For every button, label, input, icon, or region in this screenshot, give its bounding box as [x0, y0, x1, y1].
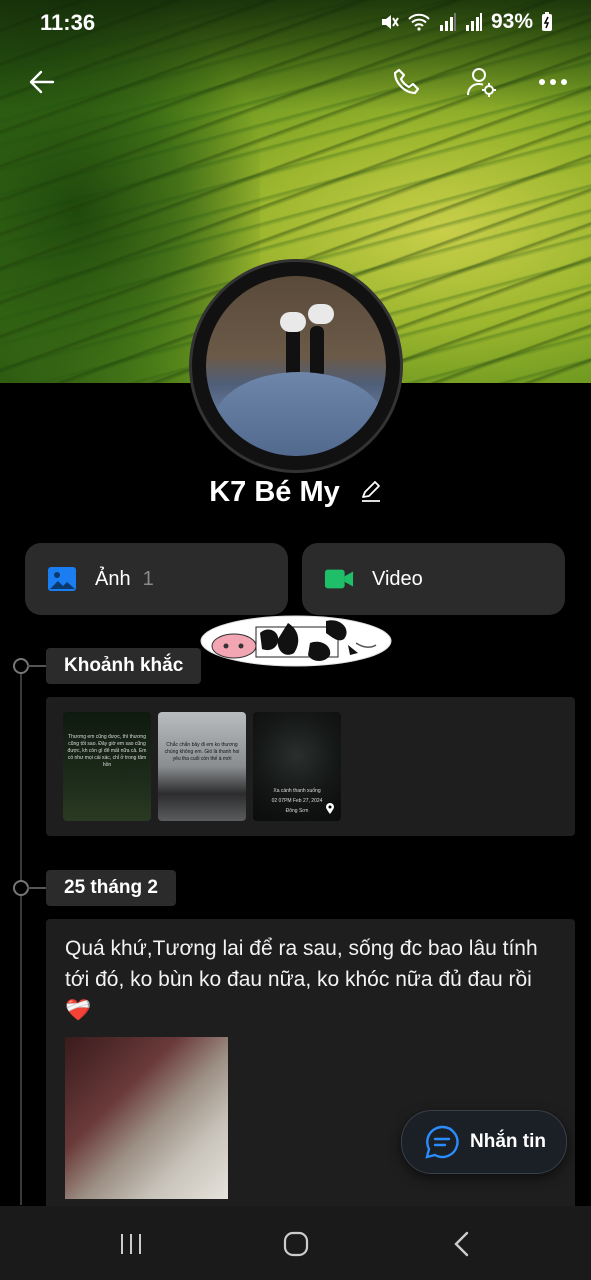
date-label: 25 tháng 2 [46, 870, 176, 906]
video-icon [324, 564, 354, 594]
photo-icon [47, 564, 77, 594]
profile-settings-button[interactable] [461, 62, 501, 102]
status-bar: 11:36 93% [0, 0, 591, 46]
moment-thumbnail[interactable]: Chắc chắn bây đi em ko thương chúng khôn… [158, 712, 246, 821]
moments-card[interactable]: Thương em cũng được, thì thương cũng tốt… [46, 697, 575, 836]
system-back-button[interactable] [442, 1226, 482, 1262]
home-button[interactable] [276, 1226, 316, 1262]
signal-icon [439, 13, 456, 31]
post-card[interactable]: Quá khứ,Tương lai để ra sau, sống đc bao… [46, 919, 575, 1219]
home-icon [283, 1231, 309, 1257]
post-photo[interactable] [65, 1037, 228, 1199]
profile-name-row: K7 Bé My [0, 476, 591, 510]
photos-label: Ảnh [95, 567, 131, 590]
mute-icon [381, 15, 399, 29]
call-button[interactable] [386, 62, 426, 102]
avatar-detail [280, 312, 306, 332]
timeline-line [20, 665, 22, 1205]
battery-icon [542, 12, 552, 31]
profile-name: K7 Bé My [209, 476, 340, 508]
pencil-icon [361, 480, 380, 502]
moment-caption: Chắc chắn bây đi em ko thương chúng khôn… [164, 742, 240, 762]
moments-label: Khoảnh khắc [46, 648, 202, 684]
avatar-detail [214, 372, 384, 456]
cow-sticker [200, 615, 392, 667]
recent-apps-icon [121, 1234, 141, 1254]
location-pin-icon [326, 803, 334, 814]
timeline-tick [27, 887, 47, 889]
back-arrow-icon [29, 70, 55, 94]
video-label: Video [372, 567, 423, 590]
more-icon [539, 79, 567, 85]
recent-apps-button[interactable] [111, 1226, 151, 1262]
back-icon [454, 1231, 469, 1257]
status-time: 11:36 [40, 10, 96, 35]
back-button[interactable] [22, 62, 62, 102]
wifi-icon [408, 13, 430, 31]
profile-settings-icon [467, 68, 496, 97]
message-button-label: Nhắn tin [470, 1131, 546, 1152]
avatar-detail [310, 326, 324, 378]
avatar-detail [286, 326, 300, 378]
post-text: Quá khứ,Tương lai để ra sau, sống đc bao… [65, 937, 538, 1022]
top-bar [0, 56, 591, 106]
timeline-tick [27, 665, 47, 667]
moment-caption: Xa cánh thanh xuống [273, 788, 321, 794]
avatar-ring[interactable] [192, 262, 400, 470]
avatar[interactable] [206, 276, 386, 456]
message-button[interactable]: Nhắn tin [401, 1110, 567, 1174]
status-icons: 93% [379, 10, 553, 34]
signal-icon [465, 13, 482, 31]
navigation-bar [0, 1206, 591, 1280]
photos-tile[interactable]: Ảnh 1 [25, 543, 288, 615]
moment-caption: Thương em cũng được, thì thương cũng tốt… [67, 734, 147, 768]
phone-icon [393, 68, 420, 95]
video-tile[interactable]: Video [302, 543, 565, 615]
moment-thumbnail[interactable]: Thương em cũng được, thì thương cũng tốt… [63, 712, 151, 821]
moment-thumbnail[interactable]: Xa cánh thanh xuống 02 07PM Feb 27, 2024… [253, 712, 341, 821]
photos-count: 1 [142, 567, 154, 590]
more-button[interactable] [533, 62, 573, 102]
edit-name-button[interactable] [360, 477, 382, 510]
battery-percent: 93% [490, 10, 533, 33]
chat-bubble-icon [425, 1125, 459, 1159]
avatar-detail [308, 304, 334, 324]
